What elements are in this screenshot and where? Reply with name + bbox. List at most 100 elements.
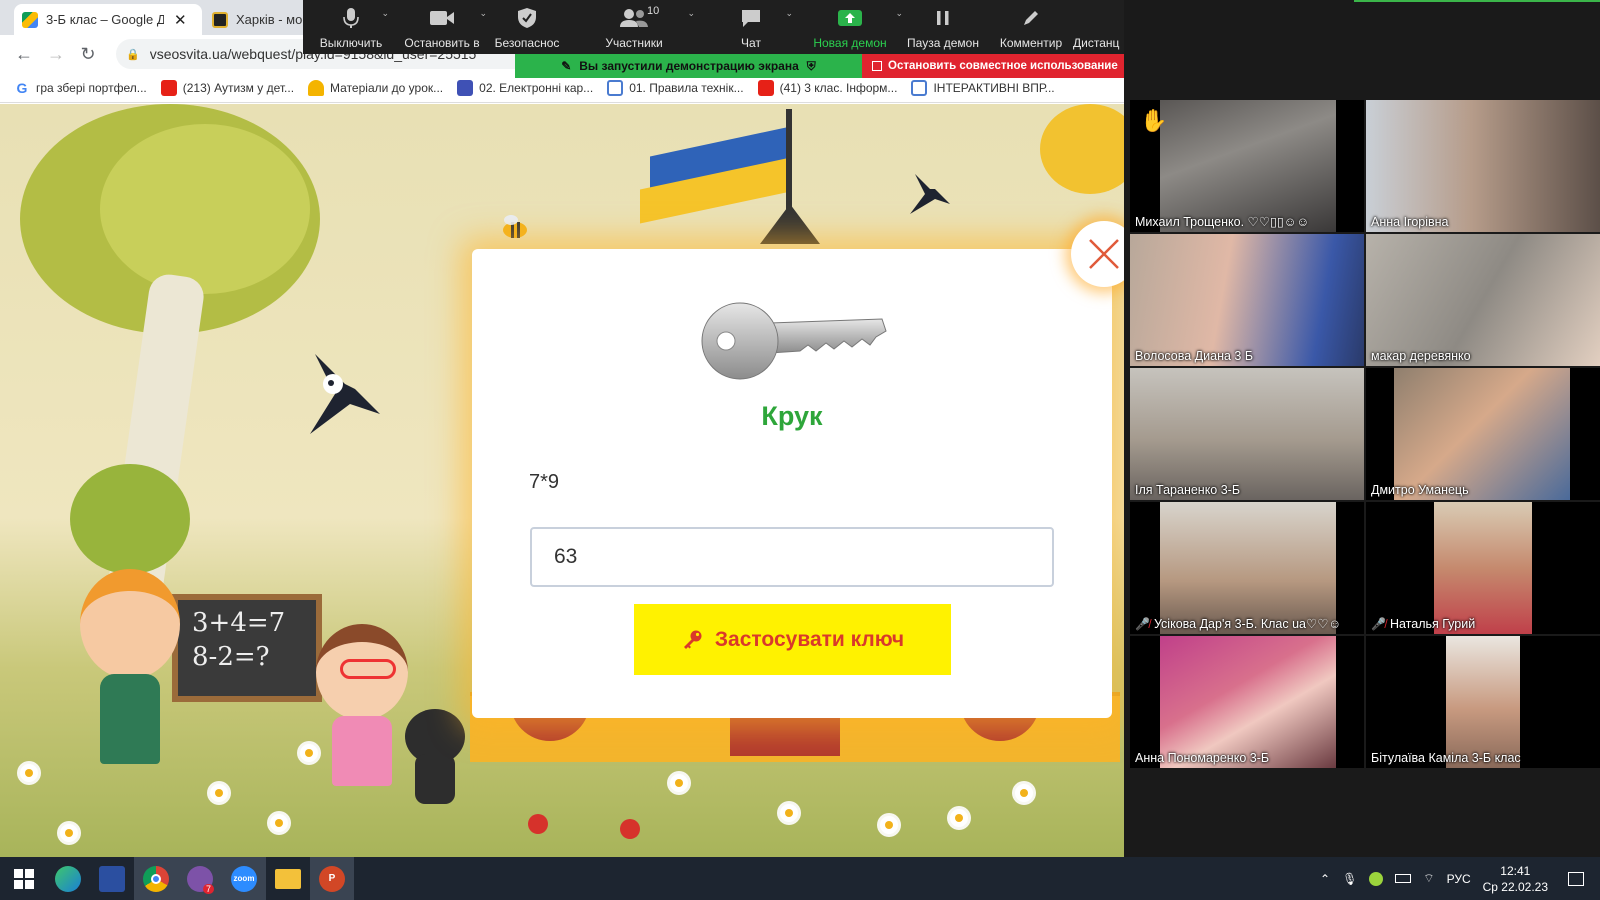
green-app-icon[interactable] — [1369, 871, 1384, 886]
daisy-flower — [300, 744, 318, 762]
chat-button[interactable]: Чат ⌄ — [699, 0, 803, 54]
taskbar-save[interactable] — [90, 857, 134, 900]
participant-video — [1366, 234, 1600, 366]
raised-hand-icon: ✋ — [1140, 108, 1168, 133]
mute-button[interactable]: Выключить ⌄ — [303, 0, 399, 54]
apply-key-button[interactable]: Застосувати ключ — [634, 604, 951, 675]
bookmark-label: (41) 3 клас. Інформ... — [779, 80, 898, 95]
clock[interactable]: 12:41 Ср 22.02.23 — [1483, 863, 1548, 895]
bookmark-item[interactable]: Gгра зберi портфел... — [14, 80, 147, 96]
participant-tile[interactable]: 🎤̸ Усікова Дар'я 3-Б. Клас ua♡♡☺ — [1130, 502, 1364, 634]
windows-taskbar: 7 zoom P ⌃ 🎙 ⌔ РУС 12:41 Ср 22.02.23 — [0, 857, 1600, 900]
key-icon — [683, 630, 702, 649]
participant-tile[interactable]: Бітулаїва Каміла 3-Б клас — [1366, 636, 1600, 768]
participant-name: 🎤̸ Наталья Гурий — [1371, 617, 1475, 631]
tab-title: 3-Б клас – Google Ді — [46, 12, 164, 27]
remote-control-button[interactable]: Дистанц — [1073, 0, 1124, 54]
daisy-flower — [210, 784, 228, 802]
red-flower — [528, 814, 548, 834]
stop-video-button[interactable]: Остановить в ⌄ — [399, 0, 487, 54]
daisy-flower — [950, 809, 968, 827]
forward-arrow-icon[interactable]: → — [40, 44, 72, 65]
participant-tile-active-speaker[interactable]: Волосова Диана 3 Б — [1130, 234, 1364, 366]
stop-square-icon — [872, 61, 882, 71]
explorer-icon — [275, 868, 301, 889]
zoom-app-label: zoom — [233, 874, 255, 883]
annotate-button[interactable]: Комментир — [989, 0, 1073, 54]
battery-icon[interactable] — [1395, 874, 1412, 883]
stop-share-button[interactable]: Остановить совместное использование — [862, 54, 1124, 78]
pause-share-button[interactable]: Пауза демон — [897, 0, 989, 54]
share-banner-text: Вы запустили демонстрацию экрана — [579, 59, 799, 73]
zoom-icon: zoom — [231, 865, 257, 892]
participant-tile[interactable]: Анна Ігорівна — [1366, 100, 1600, 232]
taskbar-powerpoint[interactable]: P — [310, 857, 354, 900]
chevron-down-icon[interactable]: ⌄ — [687, 8, 695, 19]
participants-count: 10 — [647, 5, 660, 17]
bookmark-item[interactable]: ІНТЕРАКТИВНІ ВПР... — [911, 79, 1055, 96]
bookmark-item[interactable]: 01. Правила технік... — [607, 79, 744, 96]
gallery-top-line — [1354, 0, 1600, 2]
taskbar-zoom[interactable]: zoom — [222, 857, 266, 900]
system-tray: ⌃ 🎙 ⌔ РУС 12:41 Ср 22.02.23 — [1320, 857, 1600, 900]
answer-input[interactable] — [530, 527, 1054, 587]
windows-start-icon — [14, 868, 34, 889]
key-dialog: Крук 7*9 Застосувати ключ — [472, 249, 1112, 718]
security-button[interactable]: Безопаснос — [485, 0, 569, 54]
taskbar-chrome[interactable] — [134, 857, 178, 900]
share-screen-icon — [837, 6, 863, 30]
participant-tile[interactable]: Дмитро Уманець — [1366, 368, 1600, 500]
participant-tile[interactable]: ✋ Михаил Трощенко. ♡♡▯▯☺☺ — [1130, 100, 1364, 232]
pin-icon: ✎ — [561, 59, 572, 73]
chevron-up-icon[interactable]: ⌃ — [1320, 872, 1330, 886]
tree-canopy — [70, 464, 190, 574]
participant-video — [1446, 636, 1520, 768]
back-arrow-icon[interactable]: ← — [8, 44, 40, 65]
windows-start-button[interactable] — [2, 857, 46, 900]
taskbar-edge[interactable] — [46, 857, 90, 900]
microphone-icon[interactable]: 🎙 — [1342, 872, 1357, 886]
bookmark-item[interactable]: (41) 3 клас. Інформ... — [757, 79, 898, 96]
chevron-down-icon[interactable]: ⌄ — [381, 8, 389, 19]
participant-name: Бітулаїва Каміла 3-Б клас — [1371, 751, 1521, 765]
participant-tile[interactable]: Іля Тараненко 3-Б — [1130, 368, 1364, 500]
lock-icon: 🔒 — [126, 48, 140, 61]
clock-time: 12:41 — [1500, 863, 1531, 878]
new-share-button[interactable]: Новая демон ⌄ — [803, 0, 903, 54]
wifi-icon[interactable]: ⌔ — [1423, 871, 1434, 886]
swallow-bird — [310, 354, 380, 434]
participants-button[interactable]: 10 Участники ⌄ — [569, 0, 699, 54]
participant-video — [1130, 368, 1364, 500]
shield-icon — [514, 6, 540, 30]
notifications-icon[interactable] — [1568, 871, 1584, 886]
bookmark-item[interactable]: (213) Аутизм у дет... — [160, 79, 294, 96]
tab-google-docs[interactable]: 3-Б клас – Google Ді ✕ — [14, 4, 202, 35]
participant-tile[interactable]: макар деревянко — [1366, 234, 1600, 366]
taskbar-explorer[interactable] — [266, 857, 310, 900]
chevron-down-icon[interactable]: ⌄ — [785, 8, 793, 19]
close-tab-icon[interactable]: ✕ — [174, 11, 187, 29]
remote-control-icon — [1073, 6, 1099, 30]
participant-tile[interactable]: Анна Пономаренко 3-Б — [1130, 636, 1364, 768]
bell-icon — [308, 79, 325, 96]
pause-label: Пауза демон — [907, 36, 979, 50]
muted-microphone-icon: 🎤̸ — [1371, 617, 1386, 631]
reload-icon[interactable]: ↻ — [72, 44, 104, 65]
question-text: 7*9 — [529, 471, 560, 493]
participant-video — [1160, 636, 1336, 768]
language-indicator[interactable]: РУС — [1447, 872, 1471, 886]
bookmark-item[interactable]: 02. Електронні кар... — [457, 79, 593, 96]
clock-date: Ср 22.02.23 — [1482, 879, 1548, 894]
video-label: Остановить в — [404, 36, 480, 50]
participant-name: Волосова Диана 3 Б — [1135, 349, 1254, 363]
daisy-flower — [60, 824, 78, 842]
tab-kharkiv[interactable]: Харків - мое — [204, 4, 314, 35]
mute-label: Выключить — [319, 36, 383, 50]
participant-tile[interactable]: 🎤̸ Наталья Гурий — [1366, 502, 1600, 634]
taskbar-viber[interactable]: 7 — [178, 857, 222, 900]
bookmark-item[interactable]: Матеріали до урок... — [308, 79, 443, 96]
pause-icon — [930, 6, 956, 30]
participant-video — [1366, 100, 1600, 232]
board-text: 8-2=? — [192, 642, 270, 672]
participant-name: Анна Ігорівна — [1371, 215, 1449, 229]
